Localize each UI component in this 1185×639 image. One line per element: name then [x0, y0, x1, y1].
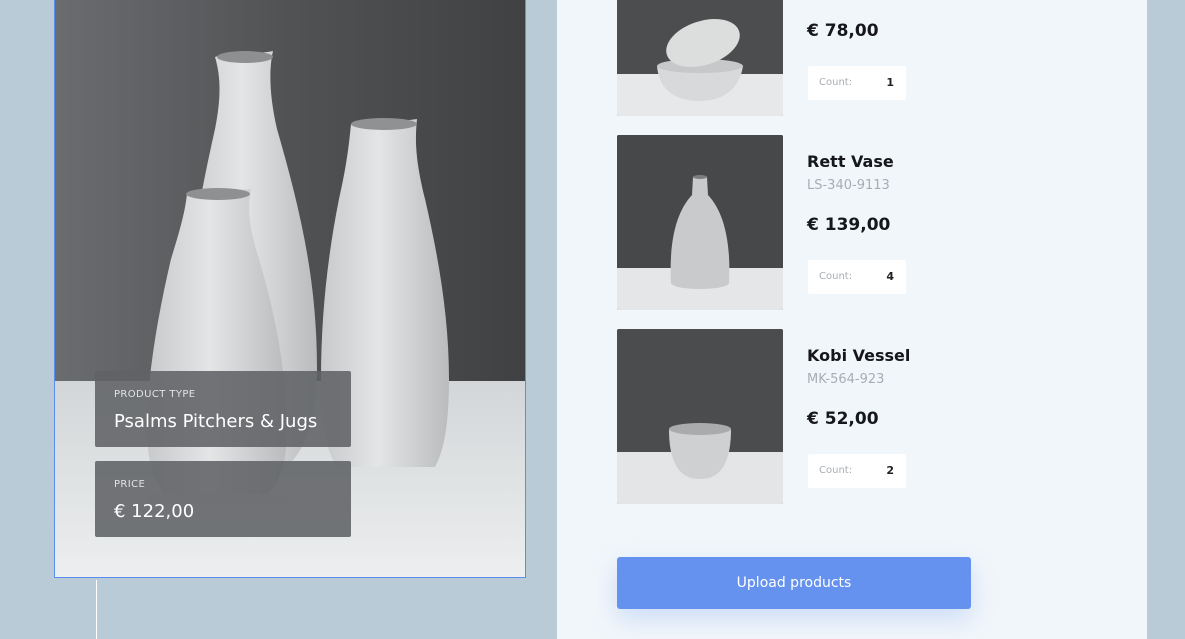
item-name: Kobi Vessel — [807, 346, 911, 365]
rett-vase-thumbnail — [617, 135, 783, 310]
cart-item-kobi-vessel[interactable]: Kobi Vessel MK-564-923 € 52,00 Count: 2 — [617, 329, 1037, 504]
product-type-caption: PRODUCT TYPE — [114, 389, 196, 400]
count-label: Count: — [819, 77, 853, 88]
item-price: € 78,00 — [807, 21, 879, 41]
kobi-vessel-thumbnail — [617, 329, 783, 504]
count-label: Count: — [819, 465, 853, 476]
item-sku: MK-564-923 — [807, 372, 885, 387]
hero-product-card[interactable]: PRODUCT TYPE Psalms Pitchers & Jugs PRIC… — [54, 0, 526, 578]
price-caption: PRICE — [114, 479, 146, 490]
count-stepper[interactable]: Count: 4 — [808, 260, 906, 294]
item-name: Rett Vase — [807, 152, 894, 171]
guide-line — [96, 580, 97, 639]
upload-products-button[interactable]: Upload products — [617, 557, 971, 609]
product-type-overlay: PRODUCT TYPE Psalms Pitchers & Jugs — [95, 371, 351, 447]
product-type-value: Psalms Pitchers & Jugs — [114, 411, 318, 432]
cart-item-bowls[interactable]: € 78,00 Count: 1 — [617, 0, 1037, 116]
item-price: € 139,00 — [807, 215, 891, 235]
bowls-thumbnail — [617, 0, 783, 116]
cart-panel: € 78,00 Count: 1 Rett Vase LS-340-9113 €… — [557, 0, 1147, 639]
count-value[interactable]: 4 — [886, 270, 894, 283]
count-value[interactable]: 2 — [886, 464, 894, 477]
count-stepper[interactable]: Count: 1 — [808, 66, 906, 100]
price-value: € 122,00 — [114, 501, 195, 522]
count-label: Count: — [819, 271, 853, 282]
item-sku: LS-340-9113 — [807, 178, 890, 193]
price-overlay: PRICE € 122,00 — [95, 461, 351, 537]
count-stepper[interactable]: Count: 2 — [808, 454, 906, 488]
cart-item-rett-vase[interactable]: Rett Vase LS-340-9113 € 139,00 Count: 4 — [617, 135, 1037, 310]
item-price: € 52,00 — [807, 409, 879, 429]
count-value[interactable]: 1 — [886, 76, 894, 89]
